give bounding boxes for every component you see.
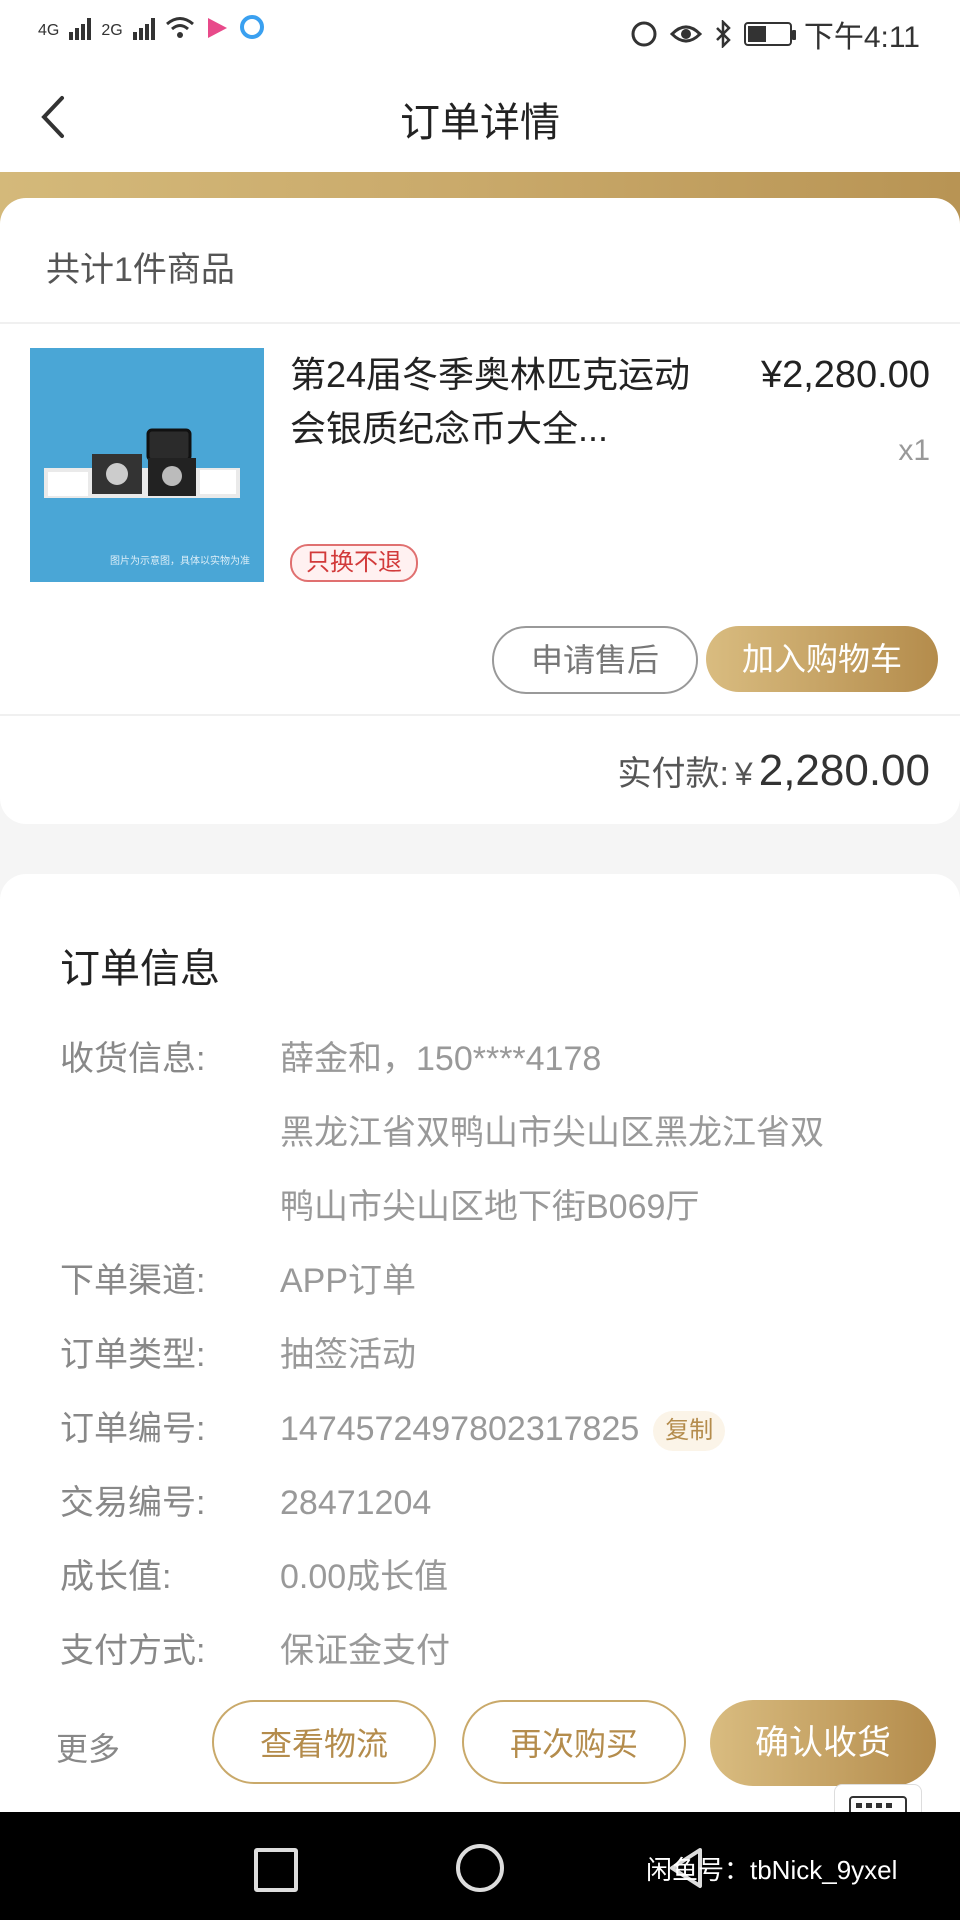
signal-icon-2: [132, 18, 155, 40]
info-row-receiver: 收货信息: 薛金和，150****4178: [60, 1022, 930, 1096]
home-icon[interactable]: [456, 1844, 504, 1892]
info-label: [60, 1170, 280, 1244]
order-info-title: 订单信息: [60, 947, 220, 991]
battery-level: [747, 26, 766, 42]
divider: [0, 714, 960, 716]
info-value: 28471204: [280, 1484, 432, 1522]
status-time: 下午4:11: [803, 21, 920, 54]
product-price: ¥2,280.00: [760, 354, 930, 396]
paid-amount: 2,280.00: [758, 746, 930, 795]
divider: [0, 322, 960, 324]
system-nav-bar: 闲鱼号：tbNick_9yxel: [0, 1812, 960, 1920]
info-label: [60, 1096, 280, 1170]
video-app-icon: [207, 18, 227, 38]
wifi-icon: [165, 17, 194, 38]
status-left: 4G 2G: [38, 14, 265, 40]
watermark-text: 闲鱼号：tbNick_9yxel: [646, 1855, 898, 1885]
paid-currency: ¥: [734, 756, 753, 792]
more-button[interactable]: 更多: [56, 1724, 120, 1770]
info-value: 鸭山市尖山区地下街B069厅: [280, 1188, 700, 1226]
network-2g-label: 2G: [101, 22, 123, 39]
copy-button[interactable]: 复制: [653, 1411, 726, 1452]
signal-icon: [69, 18, 92, 40]
info-row-order-number: 订单编号: 1474572497802317825 复制: [60, 1392, 930, 1466]
product-image[interactable]: 图片为示意图，具体以实物为准: [30, 348, 264, 582]
order-number: 1474572497802317825: [280, 1410, 640, 1448]
info-label: 订单类型:: [60, 1336, 206, 1374]
info-value: APP订单: [280, 1262, 417, 1300]
product-card: 共计1件商品 图片为示意图，具体以实物为准 第24届冬季奥林匹克运动会银质纪念币…: [0, 198, 960, 824]
view-logistics-button[interactable]: 查看物流: [212, 1700, 436, 1784]
confirm-receipt-button[interactable]: 确认收货: [710, 1700, 936, 1786]
eye-icon: [669, 25, 702, 43]
info-row-trade-number: 交易编号: 28471204: [60, 1466, 930, 1540]
browser-app-icon: [239, 15, 264, 39]
info-label: 收货信息:: [60, 1040, 206, 1078]
info-value: 0.00成长值: [280, 1558, 449, 1596]
status-right: 下午4:11: [630, 12, 920, 56]
network-4g-label: 4G: [38, 22, 60, 39]
exchange-only-badge: 只换不退: [290, 544, 418, 582]
item-count: 共计1件商品: [46, 251, 235, 289]
info-label: 订单编号:: [60, 1410, 206, 1448]
after-sale-button[interactable]: 申请售后: [492, 626, 698, 694]
page-title: 订单详情: [400, 101, 560, 145]
paid-amount-row: 实付款: ¥ 2,280.00: [617, 746, 930, 796]
header: 订单详情: [0, 64, 960, 172]
info-value: 抽签活动: [280, 1336, 416, 1374]
action-bar: 更多 查看物流 再次购买 确认收货: [0, 1676, 960, 1836]
recents-icon[interactable]: [254, 1848, 298, 1892]
info-value: 薛金和，150****4178: [280, 1040, 602, 1078]
add-to-cart-button[interactable]: 加入购物车: [706, 626, 938, 692]
info-row-address-2: 鸭山市尖山区地下街B069厅: [60, 1170, 930, 1244]
info-value-wrap: 1474572497802317825 复制: [280, 1392, 930, 1466]
image-caption: 图片为示意图，具体以实物为准: [110, 556, 250, 567]
status-bar: 4G 2G 下午4:11: [0, 0, 960, 64]
battery-icon: [743, 22, 796, 46]
info-label: 下单渠道:: [60, 1262, 206, 1300]
info-row-growth: 成长值: 0.00成长值: [60, 1540, 930, 1614]
product-quantity: x1: [898, 434, 930, 467]
paid-label: 实付款:: [617, 755, 729, 793]
info-row-channel: 下单渠道: APP订单: [60, 1244, 930, 1318]
info-value: 黑龙江省双鸭山市尖山区黑龙江省双: [280, 1114, 824, 1152]
bluetooth-icon: [715, 20, 731, 48]
product-name[interactable]: 第24届冬季奥林匹克运动会银质纪念币大全...: [290, 348, 710, 456]
coin-set-illustration: [44, 428, 240, 498]
data-saver-icon: [631, 21, 657, 47]
info-label: 交易编号:: [60, 1484, 206, 1522]
info-row-type: 订单类型: 抽签活动: [60, 1318, 930, 1392]
info-label: 成长值:: [60, 1558, 172, 1596]
info-row-address-1: 黑龙江省双鸭山市尖山区黑龙江省双: [60, 1096, 930, 1170]
buy-again-button[interactable]: 再次购买: [462, 1700, 686, 1784]
